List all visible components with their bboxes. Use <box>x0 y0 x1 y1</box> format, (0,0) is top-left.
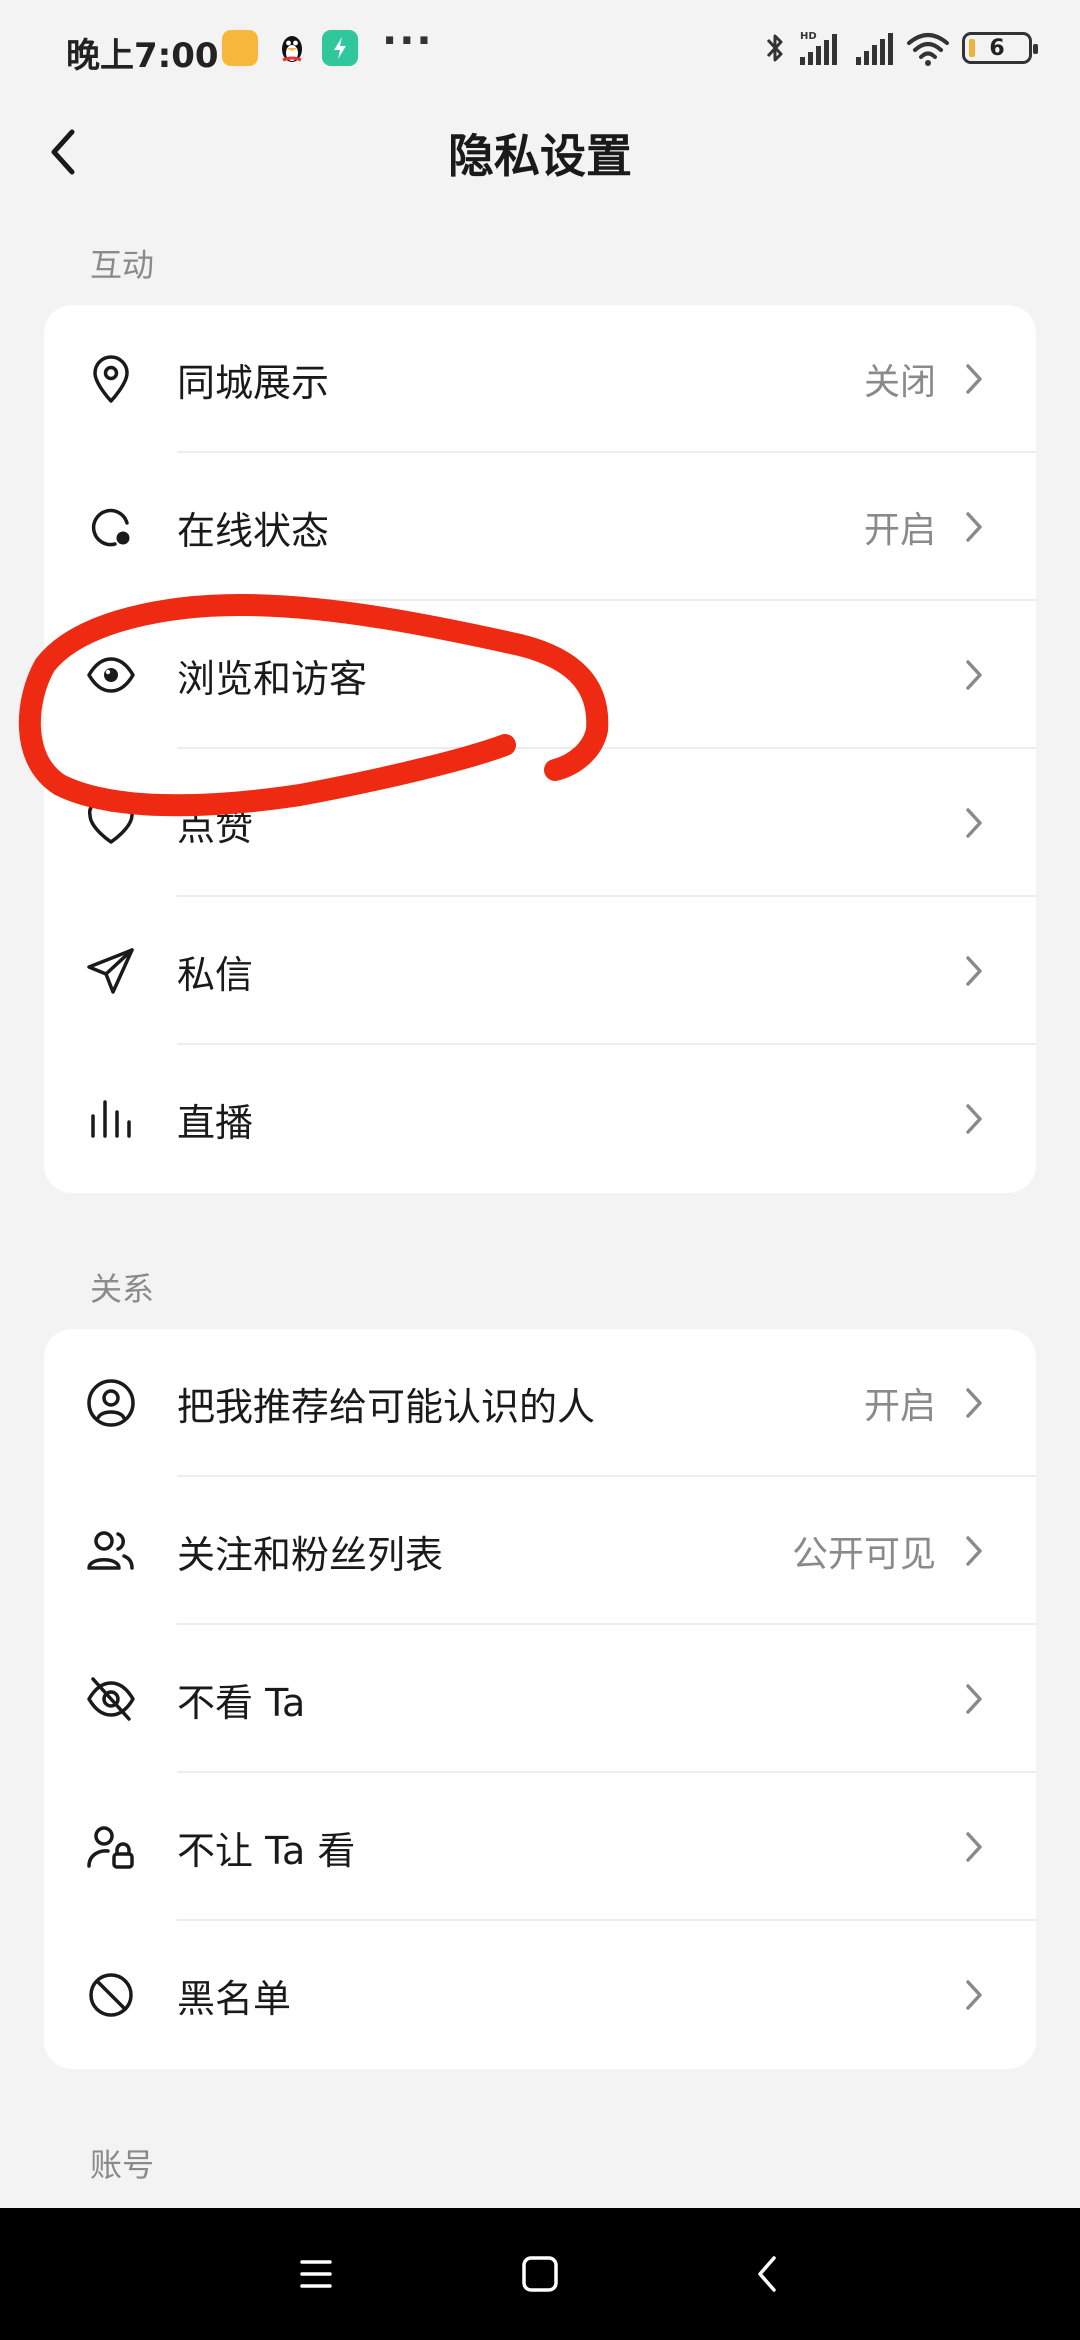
row-label: 私信 <box>177 952 254 997</box>
send-icon <box>87 948 134 994</box>
more-notifications-icon: ··· <box>382 18 434 64</box>
row-live[interactable]: 直播 <box>44 1045 1036 1193</box>
chevron-right-icon <box>966 660 982 690</box>
row-dont-see-them[interactable]: 不看 Ta <box>44 1625 1036 1773</box>
bluetooth-icon <box>766 34 783 62</box>
user-circle-icon <box>87 1379 135 1427</box>
row-label: 关注和粉丝列表 <box>177 1532 444 1577</box>
users-icon <box>87 1531 134 1570</box>
row-value: 关闭 <box>863 362 936 403</box>
system-nav-bar <box>0 2208 1080 2340</box>
menu-icon[interactable] <box>290 2248 342 2300</box>
block-icon <box>89 1973 133 2017</box>
status-time: 晚上7:00 <box>66 36 219 76</box>
row-value: 开启 <box>863 1386 936 1427</box>
relationship-card: 把我推荐给可能认识的人 开启 关注和粉丝列表 公开可见 不看 Ta 不让 Ta … <box>44 1329 1036 2069</box>
row-private-message[interactable]: 私信 <box>44 897 1036 1045</box>
chevron-right-icon <box>966 808 982 838</box>
section-label-account: 账号 <box>90 2146 155 2184</box>
row-label: 不让 Ta 看 <box>177 1828 356 1873</box>
row-label: 把我推荐给可能认识的人 <box>177 1384 596 1429</box>
row-browse-visitors[interactable]: 浏览和访客 <box>44 601 1036 749</box>
chevron-right-icon <box>966 1684 982 1714</box>
chevron-right-icon <box>966 364 982 394</box>
row-label: 同城展示 <box>177 360 330 405</box>
privacy-settings-screen: 晚上7:00 ··· HD 6 隐私设置 互动 同城展示 关闭 在线状态 开启 … <box>0 0 1080 2340</box>
eye-icon <box>87 657 135 693</box>
row-recommend-me[interactable]: 把我推荐给可能认识的人 开启 <box>44 1329 1036 1477</box>
row-label: 不看 Ta <box>177 1680 306 1725</box>
row-likes[interactable]: 点赞 <box>44 749 1036 897</box>
chevron-right-icon <box>966 1104 982 1134</box>
chevron-right-icon <box>966 512 982 542</box>
battery-level: 6 <box>989 35 1005 61</box>
row-blacklist[interactable]: 黑名单 <box>44 1921 1036 2069</box>
signal-hd-icon: HD <box>800 31 837 65</box>
section-label-interaction: 互动 <box>90 246 155 284</box>
status-bar: 晚上7:00 ··· HD 6 <box>0 0 1080 100</box>
wifi-icon <box>907 33 949 66</box>
section-label-relationship: 关系 <box>90 1270 155 1308</box>
live-bars-icon <box>91 1100 131 1138</box>
row-value: 开启 <box>863 510 936 551</box>
back-icon[interactable] <box>742 2248 794 2300</box>
row-label: 直播 <box>177 1100 254 1145</box>
header: 隐私设置 <box>0 110 1080 200</box>
battery-level-fill <box>969 39 975 57</box>
row-value: 公开可见 <box>791 1534 936 1575</box>
status-icons: HD 6 <box>764 28 1038 68</box>
user-lock-icon <box>87 1826 134 1869</box>
row-label: 浏览和访客 <box>177 656 368 701</box>
eye-off-icon <box>87 1677 135 1721</box>
row-label: 点赞 <box>177 804 254 849</box>
chevron-right-icon <box>966 1536 982 1566</box>
interaction-card: 同城展示 关闭 在线状态 开启 浏览和访客 点赞 私信 直播 <box>44 305 1036 1193</box>
online-status-icon <box>91 508 130 547</box>
chevron-right-icon <box>966 956 982 986</box>
row-nearby-display[interactable]: 同城展示 关闭 <box>44 305 1036 453</box>
signal-icon <box>856 33 893 65</box>
location-pin-icon <box>93 355 129 403</box>
row-dont-let-them-see[interactable]: 不让 Ta 看 <box>44 1773 1036 1921</box>
notes-app-icon <box>222 30 258 66</box>
qq-penguin-icon <box>282 36 302 62</box>
chevron-right-icon <box>966 1980 982 2010</box>
row-online-status[interactable]: 在线状态 开启 <box>44 453 1036 601</box>
security-app-icon <box>322 30 358 66</box>
battery-indicator: 6 <box>962 32 1038 64</box>
chevron-right-icon <box>966 1832 982 1862</box>
home-icon[interactable] <box>514 2248 566 2300</box>
page-title: 隐私设置 <box>448 129 632 183</box>
row-label: 黑名单 <box>177 1976 292 2021</box>
svg-text:HD: HD <box>800 31 817 42</box>
chevron-right-icon <box>966 1388 982 1418</box>
heart-icon <box>87 800 135 844</box>
row-follow-fans-list[interactable]: 关注和粉丝列表 公开可见 <box>44 1477 1036 1625</box>
row-label: 在线状态 <box>177 508 330 553</box>
